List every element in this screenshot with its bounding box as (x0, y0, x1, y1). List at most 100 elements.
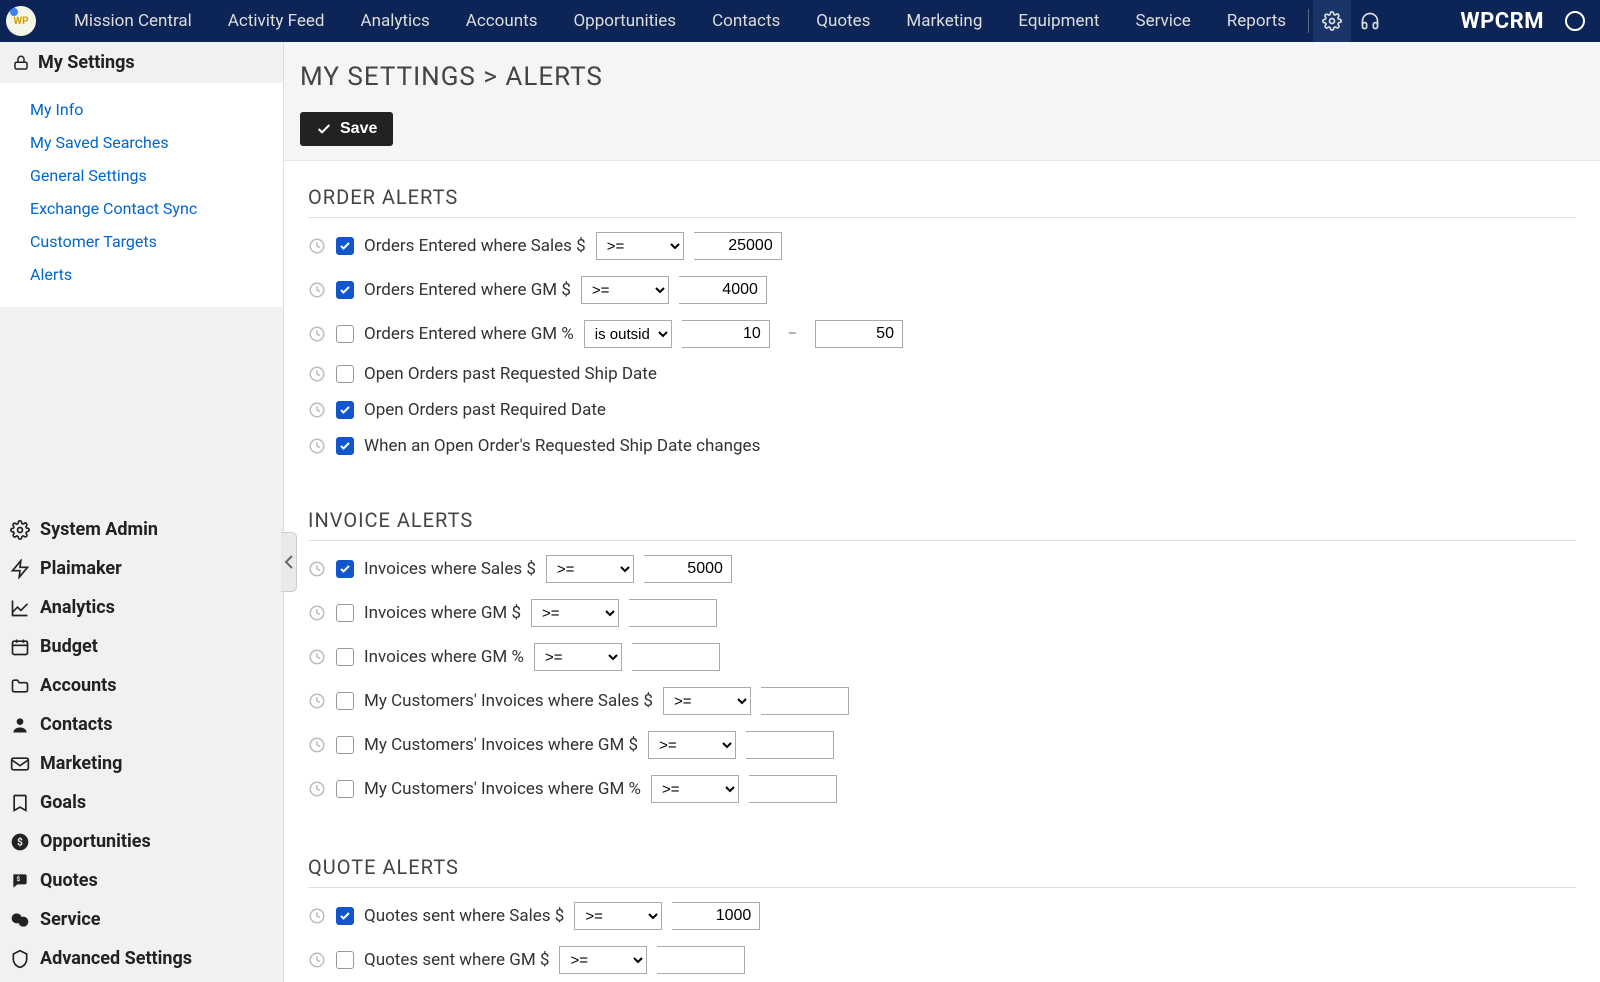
settings-icon[interactable] (1313, 0, 1351, 42)
operator-select[interactable]: >= (581, 276, 669, 304)
alert-row-ship-date-changes: When an Open Order's Requested Ship Date… (308, 428, 1576, 464)
value-input[interactable] (761, 687, 849, 715)
sidebar-link-customer-targets[interactable]: Customer Targets (0, 225, 283, 258)
sidebar-link-alerts[interactable]: Alerts (0, 258, 283, 291)
value-input[interactable] (629, 599, 717, 627)
nav-contacts[interactable]: Contacts (694, 0, 798, 42)
sidebar-cat-opportunities[interactable]: $ Opportunities (0, 822, 283, 861)
value-input[interactable] (672, 902, 760, 930)
checkbox-quotes-sales[interactable] (336, 907, 354, 925)
checkbox-orders-sales[interactable] (336, 237, 354, 255)
nav-analytics[interactable]: Analytics (343, 0, 448, 42)
operator-select[interactable]: >= (559, 946, 647, 974)
checkbox-quotes-gm-dollar[interactable] (336, 951, 354, 969)
value-input[interactable] (657, 946, 745, 974)
sidebar-cat-system-admin[interactable]: System Admin (0, 510, 283, 549)
nav-equipment[interactable]: Equipment (1000, 0, 1117, 42)
headset-icon[interactable] (1351, 0, 1389, 42)
nav-reports[interactable]: Reports (1209, 0, 1304, 42)
nav-service[interactable]: Service (1117, 0, 1208, 42)
sidebar-collapse-toggle[interactable] (281, 532, 297, 592)
nav-marketing[interactable]: Marketing (888, 0, 1000, 42)
operator-select[interactable]: >= (648, 731, 736, 759)
operator-select[interactable]: >= (534, 643, 622, 671)
clock-icon (308, 780, 326, 798)
checkbox-invoices-gm-pct[interactable] (336, 648, 354, 666)
checkbox-invoices-sales[interactable] (336, 560, 354, 578)
sidebar-cat-label: Analytics (40, 597, 115, 618)
operator-select[interactable]: >= (546, 555, 634, 583)
bolt-icon (10, 559, 30, 579)
alert-label: Orders Entered where GM $ (364, 280, 571, 300)
checkbox-ship-date-changes[interactable] (336, 437, 354, 455)
alert-label: My Customers' Invoices where Sales $ (364, 691, 653, 711)
checkbox-my-customers-invoices-gm-dollar[interactable] (336, 736, 354, 754)
checkbox-orders-gm-pct[interactable] (336, 325, 354, 343)
checkbox-invoices-gm-dollar[interactable] (336, 604, 354, 622)
alert-row-invoices-gm-pct: Invoices where GM % >= (308, 635, 1576, 679)
nav-activity-feed[interactable]: Activity Feed (210, 0, 343, 42)
brand-label: WPCRM (1460, 9, 1544, 34)
lock-icon (12, 54, 30, 72)
checkmark-icon (339, 440, 351, 452)
sidebar-cat-analytics[interactable]: Analytics (0, 588, 283, 627)
sidebar-cat-advanced-settings[interactable]: Advanced Settings (0, 939, 283, 978)
sidebar-cat-plaimaker[interactable]: Plaimaker (0, 549, 283, 588)
value-input[interactable] (749, 775, 837, 803)
sidebar-cat-label: Marketing (40, 753, 122, 774)
sidebar-cat-marketing[interactable]: Marketing (0, 744, 283, 783)
chat-icon (10, 910, 30, 930)
sidebar-cat-quotes[interactable]: $ Quotes (0, 861, 283, 900)
sidebar-cat-service[interactable]: Service (0, 900, 283, 939)
value-input[interactable] (632, 643, 720, 671)
alert-label: Invoices where Sales $ (364, 559, 536, 579)
content-header: MY SETTINGS > ALERTS Save (284, 42, 1600, 161)
sidebar-cat-contacts[interactable]: Contacts (0, 705, 283, 744)
nav-quotes[interactable]: Quotes (798, 0, 888, 42)
sidebar-header-my-settings[interactable]: My Settings (0, 42, 283, 83)
app-logo[interactable]: WP (6, 6, 36, 36)
sidebar-link-my-info[interactable]: My Info (0, 93, 283, 126)
value-input-low[interactable] (682, 320, 770, 348)
value-input-high[interactable] (815, 320, 903, 348)
value-input[interactable] (694, 232, 782, 260)
operator-select[interactable]: >= (651, 775, 739, 803)
checkmark-icon (339, 910, 351, 922)
checkbox-open-orders-requested[interactable] (336, 365, 354, 383)
alert-row-my-customers-invoices-gm-dollar: My Customers' Invoices where GM $ >= (308, 723, 1576, 767)
alert-label: Open Orders past Requested Ship Date (364, 364, 657, 384)
save-button-label: Save (340, 120, 377, 138)
sidebar-link-exchange-contact-sync[interactable]: Exchange Contact Sync (0, 192, 283, 225)
value-input[interactable] (644, 555, 732, 583)
shield-icon (10, 949, 30, 969)
person-icon (10, 715, 30, 735)
checkbox-my-customers-invoices-sales[interactable] (336, 692, 354, 710)
operator-select[interactable]: is outside (584, 320, 672, 348)
sidebar-link-general-settings[interactable]: General Settings (0, 159, 283, 192)
checkbox-open-orders-required[interactable] (336, 401, 354, 419)
checkbox-my-customers-invoices-gm-pct[interactable] (336, 780, 354, 798)
operator-select[interactable]: >= (663, 687, 751, 715)
sidebar-cat-accounts[interactable]: Accounts (0, 666, 283, 705)
alert-row-open-orders-requested: Open Orders past Requested Ship Date (308, 356, 1576, 392)
sidebar-link-my-saved-searches[interactable]: My Saved Searches (0, 126, 283, 159)
value-input[interactable] (679, 276, 767, 304)
search-icon[interactable] (1556, 0, 1594, 42)
save-button[interactable]: Save (300, 112, 393, 146)
value-input[interactable] (746, 731, 834, 759)
page-title: MY SETTINGS > ALERTS (284, 42, 1600, 112)
sidebar-cat-goals[interactable]: Goals (0, 783, 283, 822)
sidebar-cat-label: Goals (40, 792, 86, 813)
nav-opportunities[interactable]: Opportunities (555, 0, 694, 42)
nav-accounts[interactable]: Accounts (448, 0, 556, 42)
checkmark-icon (339, 563, 351, 575)
operator-select[interactable]: >= (596, 232, 684, 260)
operator-select[interactable]: >= (531, 599, 619, 627)
bookmark-icon (10, 793, 30, 813)
checkbox-orders-gm-dollar[interactable] (336, 281, 354, 299)
top-nav: WP Mission Central Activity Feed Analyti… (0, 0, 1600, 42)
sidebar-cat-budget[interactable]: Budget (0, 627, 283, 666)
nav-mission-central[interactable]: Mission Central (56, 0, 210, 42)
operator-select[interactable]: >= (574, 902, 662, 930)
alert-row-orders-gm-pct: Orders Entered where GM % is outside – (308, 312, 1576, 356)
